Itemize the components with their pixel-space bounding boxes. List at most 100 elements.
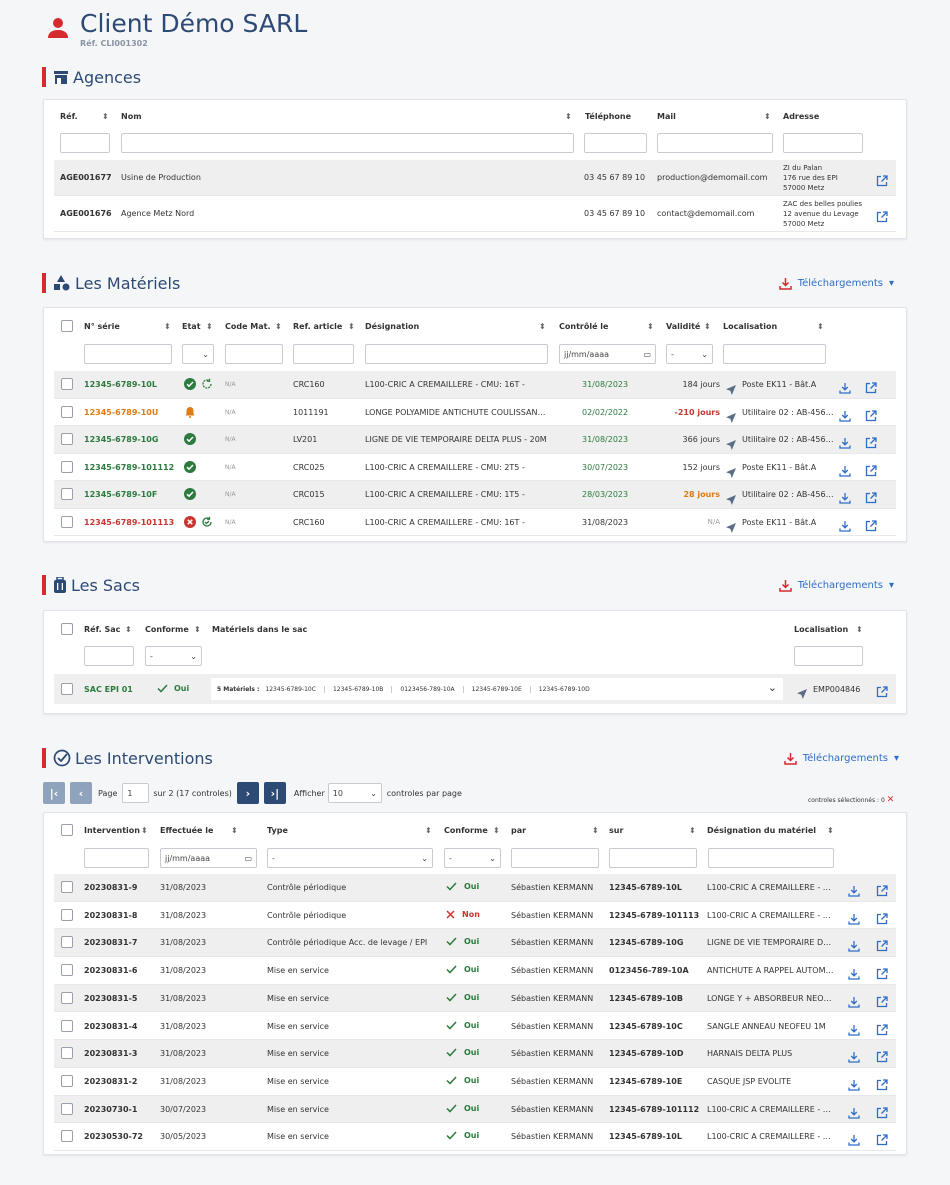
table-row[interactable]: 12345-6789-10F N/A CRC015 L100-CRIC A CR… [54, 481, 896, 509]
sort-icon[interactable]: ⬍ [348, 322, 355, 331]
sort-icon[interactable]: ⬍ [817, 322, 824, 331]
external-link-icon[interactable] [876, 1023, 888, 1036]
table-row[interactable]: 20230530-72 30/05/2023 Mise en service O… [54, 1123, 896, 1151]
intervention-id[interactable]: 20230831-7 [84, 938, 137, 947]
intervention-id[interactable]: 20230530-72 [84, 1132, 143, 1141]
intervention-sur[interactable]: 12345-6789-10G [609, 938, 683, 947]
filter-conforme-select[interactable]: - ⌄ [145, 646, 202, 666]
sort-icon[interactable]: ⬍ [275, 322, 282, 331]
table-row[interactable]: 20230831-6 31/08/2023 Mise en service Ou… [54, 957, 896, 985]
external-link-icon[interactable] [865, 519, 877, 532]
col-controle-le[interactable]: Contrôlé le [559, 322, 608, 331]
col-ref-sac[interactable]: Réf. Sac [84, 625, 120, 634]
filter-code-input[interactable] [225, 344, 283, 364]
col-adresse[interactable]: Adresse [783, 112, 819, 121]
download-icon[interactable] [839, 520, 851, 532]
col-mail[interactable]: Mail [657, 112, 676, 121]
next-page-button[interactable]: › [236, 782, 259, 804]
filter-designation-input[interactable] [365, 344, 548, 364]
last-page-button[interactable]: ›| [263, 782, 286, 804]
filter-mail-input[interactable] [657, 133, 773, 153]
download-icon[interactable] [848, 913, 860, 925]
external-link-icon[interactable] [876, 913, 888, 925]
row-checkbox[interactable] [61, 881, 73, 893]
row-checkbox[interactable] [61, 378, 73, 390]
sort-icon[interactable]: ⬍ [704, 322, 711, 331]
external-link-icon[interactable] [876, 968, 888, 980]
filter-ref-sac-input[interactable] [84, 646, 134, 666]
table-row[interactable]: 12345-6789-101112 N/A CRC025 L100-CRIC A… [54, 454, 896, 481]
col-ref[interactable]: Réf. [60, 112, 78, 121]
col-par[interactable]: par [511, 826, 526, 835]
filter-ref-input[interactable] [60, 133, 110, 153]
col-conforme[interactable]: Conforme [444, 826, 488, 835]
col-effectuee-le[interactable]: Effectuée le [160, 826, 213, 835]
intervention-sur[interactable]: 12345-6789-10C [609, 1022, 683, 1031]
sort-icon[interactable]: ⬍ [141, 826, 148, 835]
table-row[interactable]: AGE001676 Agence Metz Nord 03 45 67 89 1… [54, 196, 896, 232]
download-icon[interactable] [839, 382, 851, 394]
external-link-icon[interactable] [876, 1051, 888, 1063]
table-row[interactable]: 20230831-3 31/08/2023 Mise en service Ou… [54, 1040, 896, 1068]
materiel-serie[interactable]: 12345-6789-101112 [84, 463, 174, 472]
sort-icon[interactable]: ⬍ [764, 112, 771, 121]
filter-validite-select[interactable]: - ⌄ [666, 344, 713, 364]
sort-icon[interactable]: ⬍ [539, 322, 546, 331]
filter-tel-input[interactable] [584, 133, 647, 153]
table-row[interactable]: 12345-6789-10L N/A CRC160 L100-CRIC A CR… [54, 371, 896, 399]
materiel-serie[interactable]: 12345-6789-10F [84, 490, 157, 499]
filter-date-input[interactable]: jj/mm/aaaa ▭ [559, 344, 656, 364]
external-link-icon[interactable] [865, 382, 877, 394]
intervention-sur[interactable]: 12345-6789-10L [609, 1132, 682, 1141]
sort-icon[interactable]: ⬍ [493, 826, 500, 835]
table-row[interactable]: 12345-6789-101113 N/A CRC160 L100-CRIC A… [54, 509, 896, 536]
row-checkbox[interactable] [61, 1102, 73, 1115]
filter-conforme-select[interactable]: - ⌄ [444, 848, 501, 868]
row-checkbox[interactable] [61, 460, 73, 473]
table-row[interactable]: SAC EPI 01 Oui 5 Matériels :12345-6789-1… [54, 674, 896, 704]
materiel-serie[interactable]: 12345-6789-10L [84, 380, 157, 389]
intervention-sur[interactable]: 12345-6789-10B [609, 994, 683, 1003]
row-checkbox[interactable] [61, 1047, 73, 1060]
download-icon[interactable] [848, 1024, 860, 1036]
materiel-serie[interactable]: 12345-6789-10U [84, 408, 158, 417]
row-checkbox[interactable] [61, 683, 73, 695]
row-checkbox[interactable] [61, 433, 73, 445]
external-link-icon[interactable] [865, 492, 877, 504]
download-icon[interactable] [848, 1079, 860, 1091]
intervention-id[interactable]: 20230831-8 [84, 911, 137, 920]
intervention-id[interactable]: 20230831-9 [84, 883, 137, 892]
intervention-id[interactable]: 20230831-5 [84, 994, 137, 1003]
intervention-sur[interactable]: 0123456-789-10A [609, 966, 689, 975]
external-link-icon[interactable] [876, 1106, 888, 1119]
table-row[interactable]: 20230831-2 31/08/2023 Mise en service Ou… [54, 1068, 896, 1096]
row-checkbox[interactable] [61, 488, 73, 500]
intervention-id[interactable]: 20230831-6 [84, 966, 137, 975]
sort-icon[interactable]: ⬍ [827, 826, 834, 835]
clear-selection-icon[interactable]: ✕ [887, 795, 895, 805]
download-icon[interactable] [848, 996, 860, 1008]
interventions-download-button[interactable]: Téléchargements ▾ [783, 752, 899, 765]
external-link-icon[interactable] [876, 686, 888, 698]
sort-icon[interactable]: ⬍ [425, 826, 432, 835]
sort-icon[interactable]: ⬍ [231, 826, 238, 835]
download-icon[interactable] [839, 410, 851, 422]
intervention-sur[interactable]: 12345-6789-101112 [609, 1105, 699, 1114]
sort-icon[interactable]: ⬍ [689, 826, 696, 835]
col-sur[interactable]: sur [609, 826, 623, 835]
filter-ref-input[interactable] [293, 344, 354, 364]
page-input[interactable]: 1 [122, 783, 150, 803]
sort-icon[interactable]: ⬍ [102, 112, 109, 121]
col-designation[interactable]: Désignation [365, 322, 419, 331]
external-link-icon[interactable] [876, 1134, 888, 1146]
col-conforme[interactable]: Conforme [145, 625, 189, 634]
filter-serie-input[interactable] [84, 344, 172, 364]
select-all-checkbox[interactable] [61, 623, 73, 635]
col-validite[interactable]: Validité [666, 322, 700, 331]
external-link-icon[interactable] [876, 1079, 888, 1091]
intervention-id[interactable]: 20230831-3 [84, 1049, 137, 1058]
row-checkbox[interactable] [61, 515, 73, 528]
table-row[interactable]: 20230831-9 31/08/2023 Contrôle périodiqu… [54, 874, 896, 902]
download-icon[interactable] [848, 940, 860, 953]
filter-designation-input[interactable] [708, 848, 834, 868]
